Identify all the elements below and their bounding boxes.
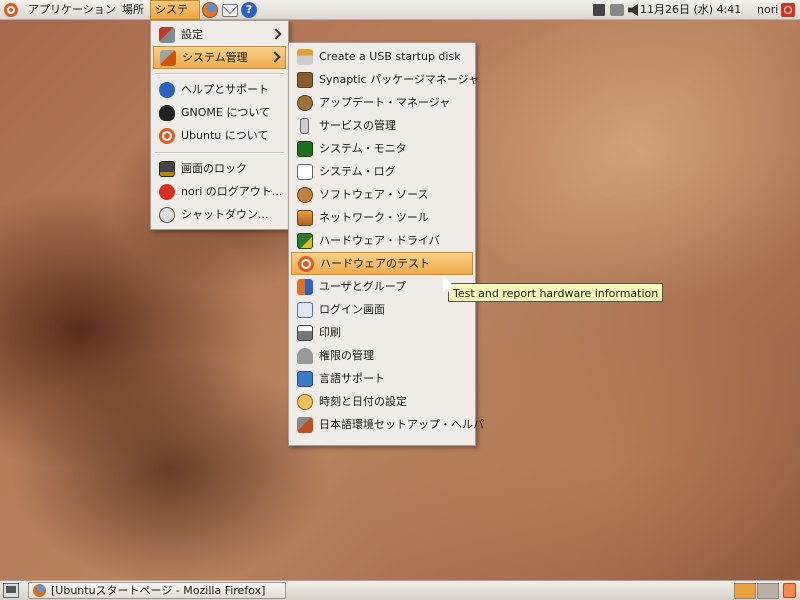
help-icon xyxy=(159,82,175,98)
show-desktop-icon[interactable] xyxy=(3,583,19,598)
menu-item-administration[interactable]: システム管理 xyxy=(153,46,286,69)
submenu-arrow-icon xyxy=(270,28,282,40)
printer-icon[interactable] xyxy=(610,4,624,16)
menu-item-time-date[interactable]: 時刻と日付の設定 xyxy=(291,390,473,413)
places-menu[interactable]: 場所 xyxy=(122,0,144,20)
volume-icon[interactable] xyxy=(628,4,638,16)
trash-icon[interactable] xyxy=(783,583,796,598)
services-icon xyxy=(300,118,309,134)
menu-item-software-sources[interactable]: ソフトウェア・ソース xyxy=(291,183,473,206)
preferences-icon xyxy=(159,27,175,43)
power-icon[interactable] xyxy=(781,3,795,17)
login-window-icon xyxy=(297,302,313,318)
user-name[interactable]: nori xyxy=(757,0,778,20)
menu-item-login-window[interactable]: ログイン画面 xyxy=(291,298,473,321)
firefox-icon[interactable] xyxy=(202,2,218,18)
menu-item-language-support[interactable]: 言語サポート xyxy=(291,367,473,390)
menu-item-help[interactable]: ヘルプとサポート xyxy=(153,78,286,101)
japanese-setup-icon xyxy=(297,417,313,433)
logout-icon xyxy=(159,184,175,200)
printing-icon xyxy=(297,325,313,341)
menu-item-system-monitor[interactable]: システム・モニタ xyxy=(291,137,473,160)
menu-item-synaptic[interactable]: Synaptic パッケージマネージャ xyxy=(291,68,479,91)
menu-item-about-ubuntu[interactable]: Ubuntu について xyxy=(153,124,286,147)
system-log-icon xyxy=(297,164,313,180)
menu-item-hardware-drivers[interactable]: ハードウェア・ドライバ xyxy=(291,229,473,252)
users-groups-icon xyxy=(297,279,313,295)
menu-separator xyxy=(155,73,284,75)
firefox-icon xyxy=(33,584,46,597)
menu-item-preferences[interactable]: 設定 xyxy=(153,23,286,46)
taskbar-firefox-window[interactable]: [Ubuntuスタートページ - Mozilla Firefox] xyxy=(28,582,286,599)
mail-icon[interactable] xyxy=(222,4,238,17)
usb-disk-icon xyxy=(297,49,313,65)
hardware-test-icon xyxy=(298,256,314,272)
system-menu-dropdown: 設定 システム管理 ヘルプとサポート GNOME について Ubuntu につい… xyxy=(150,20,289,230)
administration-submenu: Create a USB startup disk Synaptic パッケージ… xyxy=(288,42,484,446)
shutdown-icon xyxy=(159,207,175,223)
software-sources-icon xyxy=(297,187,313,203)
clock[interactable]: 11月26日 (水) 4:41 xyxy=(640,0,741,20)
lock-screen-icon xyxy=(159,161,175,177)
menu-item-hardware-test[interactable]: ハードウェアのテスト xyxy=(291,252,473,275)
system-menu[interactable]: システム xyxy=(150,0,200,34)
menu-separator xyxy=(155,152,284,154)
time-date-icon xyxy=(297,394,313,410)
administration-icon xyxy=(160,50,176,66)
menu-item-network-tools[interactable]: ネットワーク・ツール xyxy=(291,206,473,229)
ubuntu-icon xyxy=(159,128,175,144)
workspace-2[interactable] xyxy=(757,583,779,599)
gnome-icon xyxy=(159,105,175,121)
authorizations-icon xyxy=(297,348,313,364)
update-manager-icon xyxy=(297,95,313,111)
menu-item-services[interactable]: サービスの管理 xyxy=(291,114,473,137)
menu-item-update-manager[interactable]: アップデート・マネージャ xyxy=(291,91,473,114)
hardware-drivers-icon xyxy=(297,233,313,249)
menu-item-printing[interactable]: 印刷 xyxy=(291,321,473,344)
menu-item-authorizations[interactable]: 権限の管理 xyxy=(291,344,473,367)
ubuntu-logo-icon[interactable] xyxy=(4,3,18,17)
top-panel: アプリケーション 場所 システム ? 11月26日 (水) 4:41 nori xyxy=(0,0,800,34)
tooltip: Test and report hardware information xyxy=(448,283,664,302)
menu-item-lock-screen[interactable]: 画面のロック xyxy=(153,157,286,180)
menu-item-system-log[interactable]: システム・ログ xyxy=(291,160,473,183)
synaptic-icon xyxy=(297,72,313,88)
help-icon[interactable]: ? xyxy=(241,2,257,18)
network-monitor-icon[interactable] xyxy=(593,4,605,16)
applications-menu[interactable]: アプリケーション xyxy=(28,0,116,20)
system-monitor-icon xyxy=(297,141,313,157)
menu-item-usb-startup-disk[interactable]: Create a USB startup disk xyxy=(291,45,473,68)
menu-item-shutdown[interactable]: シャットダウン... xyxy=(153,203,286,226)
menu-item-about-gnome[interactable]: GNOME について xyxy=(153,101,286,124)
bottom-panel: [Ubuntuスタートページ - Mozilla Firefox] xyxy=(0,580,800,600)
language-support-icon xyxy=(297,371,313,387)
submenu-arrow-icon xyxy=(269,51,281,63)
workspace-1[interactable] xyxy=(734,583,756,599)
network-tools-icon xyxy=(297,210,313,226)
menu-item-logout[interactable]: nori のログアウト... xyxy=(153,180,286,203)
menu-item-japanese-setup[interactable]: 日本語環境セットアップ・ヘルパ xyxy=(291,413,484,436)
